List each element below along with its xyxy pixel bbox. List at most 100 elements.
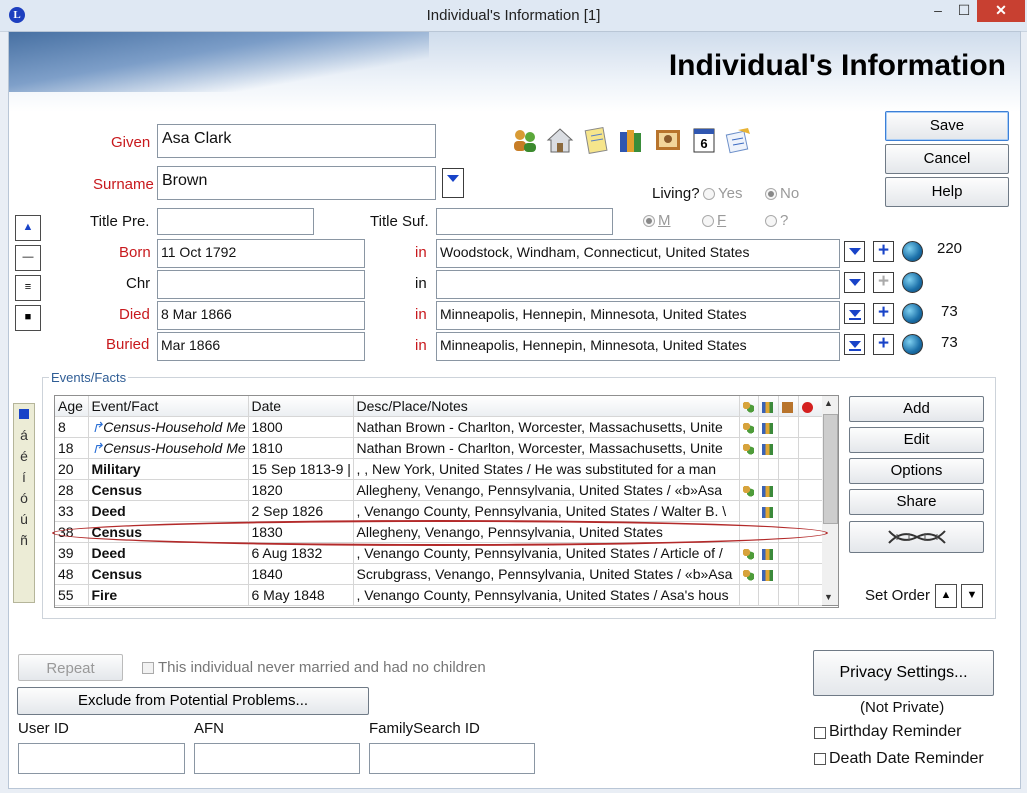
options-button[interactable]: Options <box>849 458 984 484</box>
column-header-family-icon[interactable] <box>739 396 759 417</box>
born-add-source-button[interactable]: + <box>873 241 894 262</box>
scrollbar-thumb[interactable] <box>823 414 838 524</box>
row-age: 55 <box>55 584 89 606</box>
chr-add-source-button[interactable]: + <box>873 272 894 293</box>
edit-event-button[interactable]: Edit <box>849 427 984 453</box>
order-down-icon[interactable]: ▼ <box>961 584 983 608</box>
column-header-source-icon[interactable] <box>758 396 779 417</box>
family-icon[interactable] <box>511 126 539 154</box>
chr-date-input[interactable] <box>157 270 365 299</box>
buried-date-input[interactable]: Mar 1866 <box>157 332 365 361</box>
house-icon[interactable] <box>546 126 574 154</box>
buried-place-dropdown-button[interactable] <box>844 334 865 355</box>
birthday-reminder-checkbox[interactable] <box>814 727 826 739</box>
death-reminder-checkbox[interactable] <box>814 753 826 765</box>
never-married-checkbox[interactable] <box>142 662 154 674</box>
sex-male-label: M <box>658 212 671 229</box>
title-prefix-input[interactable] <box>157 208 314 235</box>
save-button[interactable]: Save <box>885 111 1009 141</box>
familysearch-id-input[interactable] <box>369 743 535 774</box>
scroll-up-icon[interactable]: ▲ <box>824 398 833 408</box>
cancel-button[interactable]: Cancel <box>885 144 1009 174</box>
born-place-input[interactable]: Woodstock, Windham, Connecticut, United … <box>436 239 840 268</box>
sex-male-radio[interactable] <box>643 215 655 227</box>
table-row[interactable]: 48 Census 1840 Scrubgrass, Venango, Penn… <box>55 563 838 585</box>
calendar-icon[interactable]: 6 <box>690 126 718 154</box>
birthday-reminder-label: Birthday Reminder <box>829 723 962 740</box>
todo-icon[interactable] <box>724 126 752 154</box>
special-char-e[interactable]: é <box>14 446 34 467</box>
help-button[interactable]: Help <box>885 177 1009 207</box>
given-input[interactable]: Asa Clark <box>157 124 436 158</box>
row-desc: Scrubgrass, Venango, Pennsylvania, Unite… <box>353 563 740 585</box>
chr-place-input[interactable] <box>436 270 840 299</box>
row-source-icon <box>758 479 779 501</box>
buried-globe-icon[interactable] <box>902 334 923 355</box>
table-row[interactable]: 20 Military 15 Sep 1813-9 | , , New York… <box>55 458 838 480</box>
multi-line-view-icon[interactable]: ≡ <box>15 275 41 301</box>
row-date: 1820 <box>248 479 354 501</box>
special-char-a[interactable]: á <box>14 425 34 446</box>
special-char-n[interactable]: ñ <box>14 530 34 551</box>
share-button[interactable]: Share <box>849 489 984 515</box>
sources-icon[interactable] <box>617 126 645 154</box>
born-date-input[interactable]: 11 Oct 1792 <box>157 239 365 268</box>
column-header-desc[interactable]: Desc/Place/Notes <box>353 396 740 417</box>
row-desc: Nathan Brown - Charlton, Worcester, Mass… <box>353 437 740 459</box>
table-row[interactable]: 55 Fire 6 May 1848 , Venango County, Pen… <box>55 584 838 606</box>
row-age: 39 <box>55 542 89 564</box>
notes-icon[interactable] <box>582 126 610 154</box>
row-date: 6 Aug 1832 <box>248 542 354 564</box>
row-source-icon <box>758 563 779 585</box>
title-suffix-input[interactable] <box>436 208 613 235</box>
column-header-picture-icon[interactable] <box>778 396 799 417</box>
table-row[interactable]: 33 Deed 2 Sep 1826 , Venango County, Pen… <box>55 500 838 522</box>
died-place-input[interactable]: Minneapolis, Hennepin, Minnesota, United… <box>436 301 840 330</box>
special-char-toggle-icon[interactable] <box>19 409 29 419</box>
full-view-icon[interactable]: ■ <box>15 305 41 331</box>
maximize-button[interactable]: ☐ <box>947 0 981 22</box>
born-globe-icon[interactable] <box>902 241 923 262</box>
single-line-view-icon[interactable]: — <box>15 245 41 271</box>
column-header-date[interactable]: Date <box>248 396 354 417</box>
pictures-icon[interactable] <box>654 126 682 154</box>
row-age: 18 <box>55 437 89 459</box>
buried-place-input[interactable]: Minneapolis, Hennepin, Minnesota, United… <box>436 332 840 361</box>
special-char-o[interactable]: ó <box>14 488 34 509</box>
add-event-button[interactable]: Add <box>849 396 984 422</box>
table-row[interactable]: 8 ↱Census-Household Me 1800 Nathan Brown… <box>55 416 838 438</box>
died-place-dropdown-button[interactable] <box>844 303 865 324</box>
died-date-input[interactable]: 8 Mar 1866 <box>157 301 365 330</box>
column-header-event[interactable]: Event/Fact <box>88 396 249 417</box>
sex-unknown-radio[interactable] <box>765 215 777 227</box>
move-up-icon[interactable]: ▲ <box>15 215 41 241</box>
chr-globe-icon[interactable] <box>902 272 923 293</box>
afn-label: AFN <box>194 720 224 737</box>
living-no-radio[interactable] <box>765 188 777 200</box>
column-header-age[interactable]: Age <box>55 396 89 417</box>
sex-female-radio[interactable] <box>702 215 714 227</box>
buried-add-source-button[interactable]: + <box>873 334 894 355</box>
repeat-button[interactable]: Repeat <box>18 654 123 681</box>
dna-button[interactable] <box>849 521 984 553</box>
privacy-settings-button[interactable]: Privacy Settings... <box>813 650 994 696</box>
living-yes-radio[interactable] <box>703 188 715 200</box>
chr-place-dropdown-button[interactable] <box>844 272 865 293</box>
row-date: 1800 <box>248 416 354 438</box>
exclude-problems-button[interactable]: Exclude from Potential Problems... <box>17 687 369 715</box>
user-id-input[interactable] <box>18 743 185 774</box>
events-scrollbar[interactable]: ▲ ▼ <box>822 395 839 606</box>
born-place-dropdown-button[interactable] <box>844 241 865 262</box>
scroll-down-icon[interactable]: ▼ <box>824 592 833 602</box>
died-add-source-button[interactable]: + <box>873 303 894 324</box>
afn-input[interactable] <box>194 743 360 774</box>
special-char-u[interactable]: ú <box>14 509 34 530</box>
order-up-icon[interactable]: ▲ <box>935 584 957 608</box>
surname-dropdown-button[interactable] <box>442 168 464 198</box>
close-button[interactable]: ✕ <box>977 0 1025 22</box>
died-globe-icon[interactable] <box>902 303 923 324</box>
table-row[interactable]: 28 Census 1820 Allegheny, Venango, Penns… <box>55 479 838 501</box>
table-row[interactable]: 18 ↱Census-Household Me 1810 Nathan Brow… <box>55 437 838 459</box>
special-char-i[interactable]: í <box>14 467 34 488</box>
surname-input[interactable]: Brown <box>157 166 436 200</box>
